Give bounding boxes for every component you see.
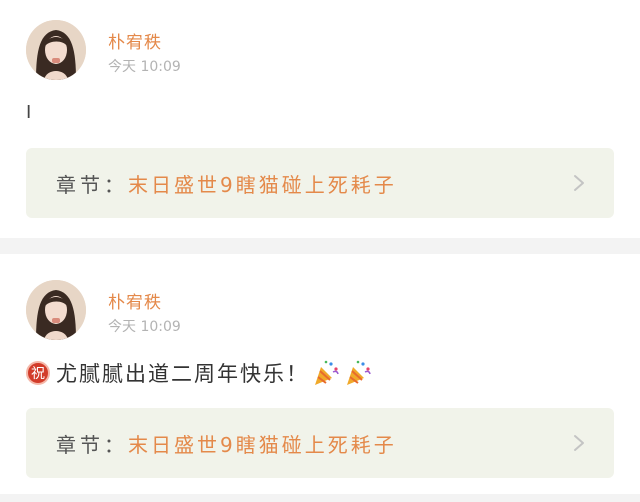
avatar[interactable] [26, 280, 86, 340]
divider [0, 494, 640, 502]
username[interactable]: 朴宥秩 [108, 288, 162, 313]
chapter-label: 章节： [56, 172, 128, 197]
chevron-right-icon [574, 175, 584, 191]
comment-text-value: 尤腻腻出道二周年快乐！ [56, 362, 309, 386]
avatar[interactable] [26, 20, 86, 80]
comment-card: 朴宥秩 今天 10:09 祝 尤腻腻出道二周年快乐！ 章节： 末日盛世9瞎猫碰上… [0, 254, 640, 494]
chapter-link[interactable]: 章节： 末日盛世9瞎猫碰上死耗子 [26, 148, 614, 218]
chapter-link[interactable]: 章节： 末日盛世9瞎猫碰上死耗子 [26, 408, 614, 478]
comment-text: I [26, 102, 33, 123]
comment-card: 朴宥秩 今天 10:09 I 章节： 末日盛世9瞎猫碰上死耗子 [0, 0, 640, 238]
chapter-title: 末日盛世9瞎猫碰上死耗子 [128, 432, 397, 457]
chapter-label: 章节： [56, 432, 128, 457]
comment-text-value: I [26, 102, 34, 123]
chevron-right-icon [574, 435, 584, 451]
chapter-title: 末日盛世9瞎猫碰上死耗子 [128, 172, 397, 197]
party-popper-icon [315, 360, 339, 385]
party-popper-icon [347, 360, 371, 385]
timestamp: 今天 10:09 [108, 319, 181, 335]
celebrate-badge-icon: 祝 [26, 361, 50, 385]
comment-text: 祝 尤腻腻出道二周年快乐！ [26, 358, 373, 388]
divider [0, 238, 640, 254]
timestamp: 今天 10:09 [108, 59, 181, 75]
username[interactable]: 朴宥秩 [108, 28, 162, 53]
